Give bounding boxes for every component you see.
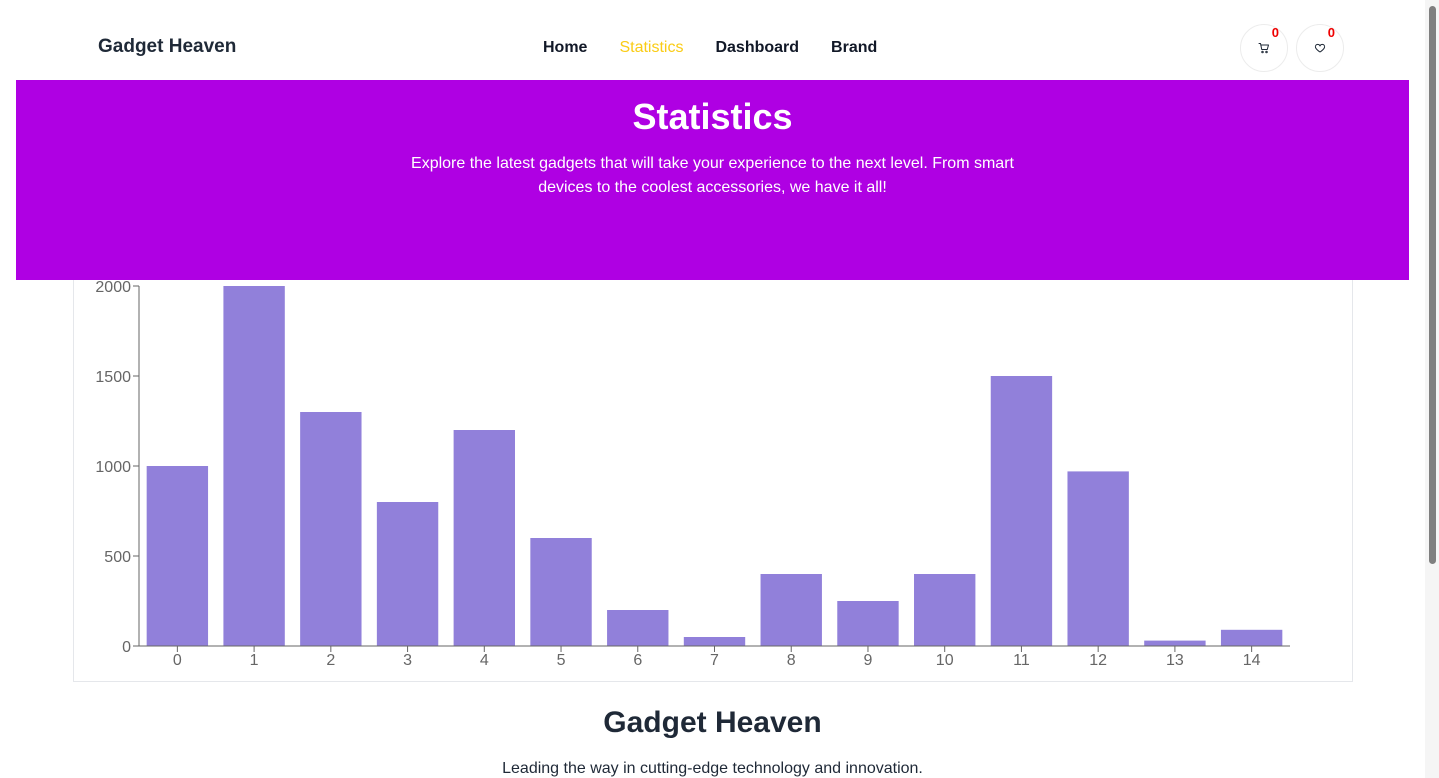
chart-bar	[146, 466, 209, 646]
y-tick-label: 1000	[95, 459, 131, 476]
wishlist-count-badge: 0	[1327, 25, 1335, 40]
chart-bar	[607, 610, 669, 646]
cart-count-badge: 0	[1271, 25, 1279, 40]
chart-bar	[914, 574, 976, 646]
chart-bar	[760, 574, 822, 646]
navbar: Gadget Heaven Home Statistics Dashboard …	[0, 0, 1425, 80]
chart-bar	[1067, 471, 1129, 646]
chart-bar	[530, 538, 592, 646]
chart-bar	[837, 601, 899, 646]
page: Gadget Heaven Home Statistics Dashboard …	[0, 0, 1439, 778]
page-scrollbar[interactable]	[1425, 0, 1439, 778]
cart-button[interactable]: 0	[1240, 24, 1288, 72]
x-tick-label: 13	[1166, 652, 1184, 669]
x-tick-label: 14	[1243, 652, 1261, 669]
x-tick-label: 6	[633, 652, 642, 669]
banner-description: Explore the latest gadgets that will tak…	[411, 155, 1014, 196]
y-tick-label: 2000	[95, 280, 131, 296]
x-tick-label: 2	[326, 652, 335, 669]
chart-bar	[1144, 640, 1206, 646]
x-tick-label: 8	[787, 652, 796, 669]
chart-bar	[990, 376, 1053, 646]
y-tick-label: 500	[104, 549, 131, 566]
nav-link-home[interactable]: Home	[543, 39, 587, 57]
x-tick-label: 12	[1089, 652, 1107, 669]
x-tick-label: 9	[864, 652, 873, 669]
chart-bar	[453, 430, 515, 646]
cart-icon	[1258, 43, 1269, 54]
hero-banner: Statistics Explore the latest gadgets th…	[16, 80, 1409, 280]
nav-links: Home Statistics Dashboard Brand	[543, 39, 877, 57]
chart-bar	[683, 637, 746, 646]
footer-title: Gadget Heaven	[603, 706, 822, 739]
brand-logo[interactable]: Gadget Heaven	[98, 36, 236, 58]
nav-link-brand[interactable]: Brand	[831, 39, 877, 57]
page-title: Statistics	[632, 96, 793, 137]
nav-link-statistics[interactable]: Statistics	[619, 39, 683, 57]
footer-tagline: Leading the way in cutting-edge technolo…	[502, 760, 923, 777]
y-tick-label: 1500	[95, 369, 131, 386]
nav-link-dashboard[interactable]: Dashboard	[715, 39, 799, 57]
wishlist-button[interactable]: 0	[1296, 24, 1344, 72]
x-tick-label: 7	[710, 652, 719, 669]
chart-bar	[1220, 629, 1283, 646]
heart-icon	[1314, 43, 1326, 53]
scrollbar-thumb[interactable]	[1429, 6, 1436, 564]
chart-bar	[223, 286, 285, 646]
x-tick-label: 4	[480, 652, 489, 669]
x-tick-label: 5	[557, 652, 566, 669]
chart-bar	[376, 502, 439, 646]
chart-bar	[300, 412, 362, 646]
x-tick-label: 0	[173, 652, 182, 669]
x-tick-label: 1	[250, 652, 259, 669]
x-tick-label: 11	[1013, 652, 1030, 669]
x-tick-label: 10	[936, 652, 954, 669]
statistics-chart-card: 0 500 1000 1500 2000 0 1 2 3 4 5 6 7 8 9 10 11 12 13 14	[73, 280, 1353, 682]
x-tick-label: 3	[403, 652, 412, 669]
y-tick-label: 0	[122, 639, 131, 656]
price-bar-chart: 05001000150020000 1 2 3 4 5 6 7 8 9 10 11 12 13 14	[95, 280, 1290, 669]
